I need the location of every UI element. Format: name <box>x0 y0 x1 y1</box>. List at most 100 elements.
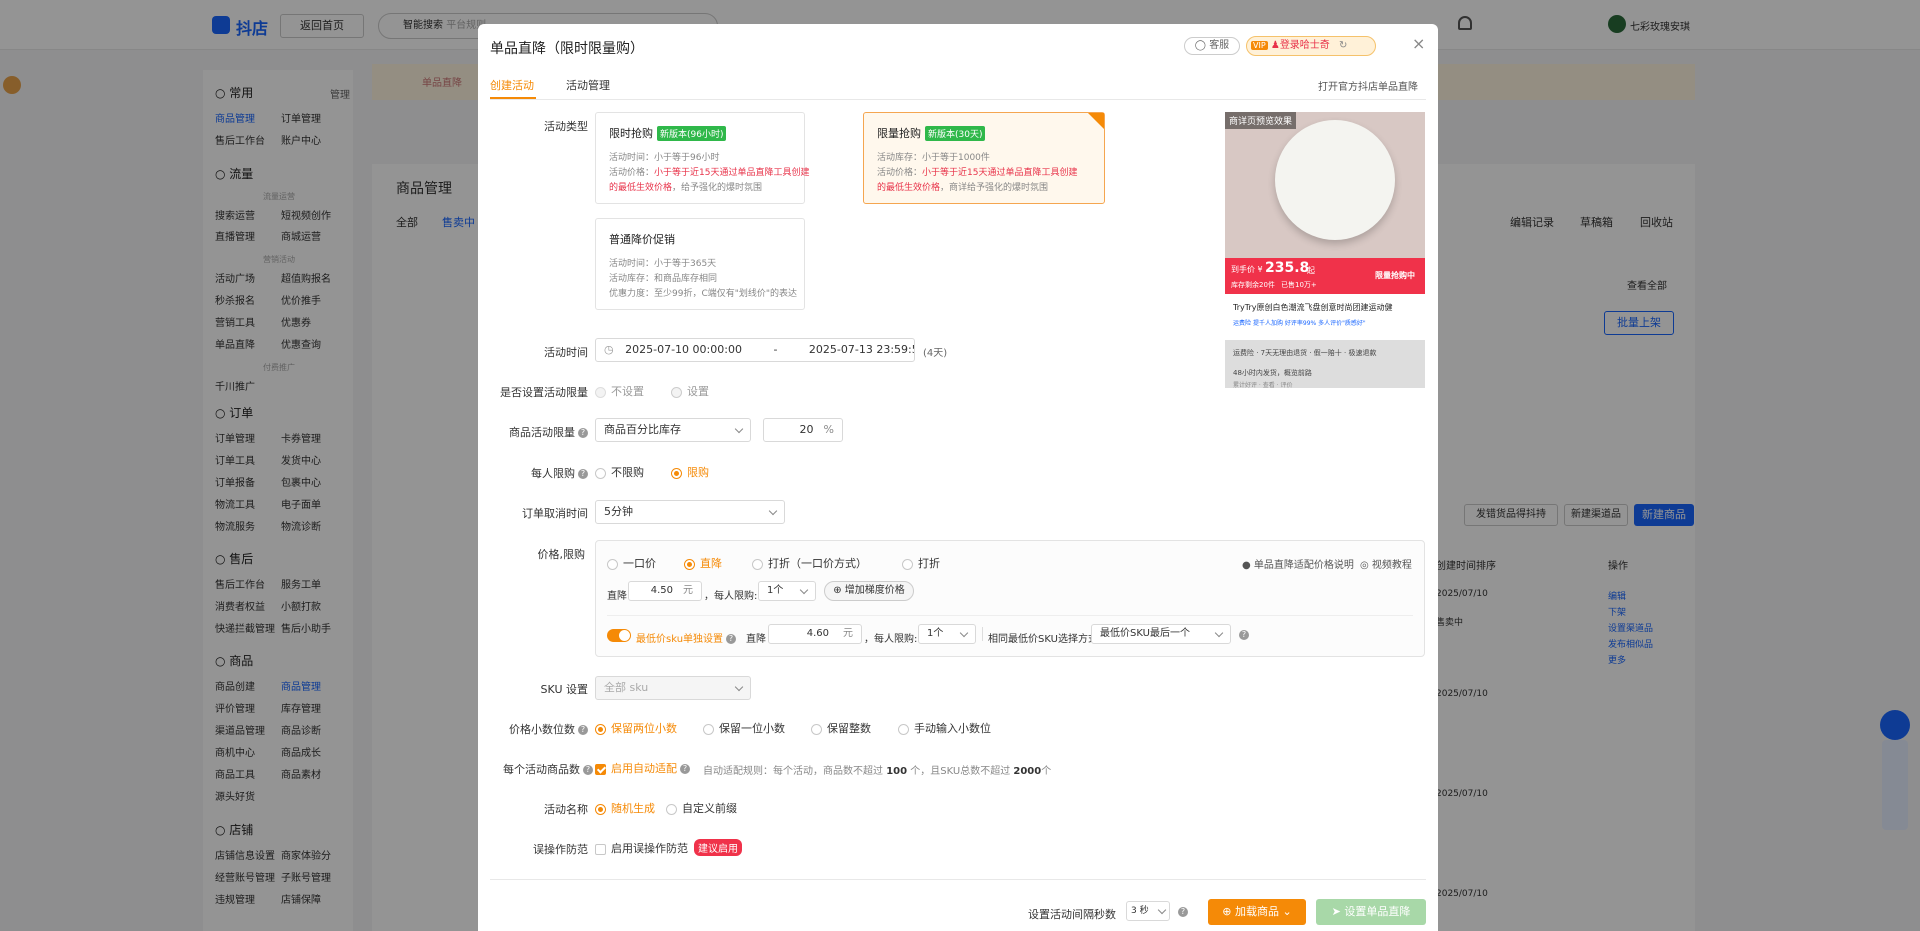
decimal-label: 价格小数位数? <box>478 721 588 737</box>
panel-divider <box>607 615 1413 616</box>
card-line: 活动库存：小于等于1000件 <box>877 153 990 163</box>
decimal-manual-radio[interactable]: 手动输入小数位 <box>898 720 991 736</box>
price-banner: 到手价 ¥ 235.8 起 库存剩余20件 已售10万+ 限量抢购中 <box>1225 258 1425 294</box>
chevron-down-icon <box>959 628 969 638</box>
qty-type-select[interactable]: 商品百分比库存 <box>595 418 751 442</box>
chevron-down-icon <box>768 506 778 516</box>
frisbee-image <box>1275 120 1395 240</box>
time-start: 2025-07-10 00:00:00 <box>625 343 742 356</box>
plus-circle-icon: ⊕ <box>1222 905 1232 918</box>
cancel-time-label: 订单取消时间 <box>522 507 588 520</box>
preview-tag: 提千人加购 <box>1252 320 1283 327</box>
load-products-button[interactable]: ⊕ 加载商品 ⌄ <box>1208 899 1306 925</box>
per-activity-label: 每个活动商品数? <box>478 761 593 777</box>
card-line: 活动库存：和商品库存相同 <box>609 274 718 284</box>
name-label: 活动名称 <box>544 803 588 816</box>
tab-manage[interactable]: 活动管理 <box>566 77 610 93</box>
time-label: 活动时间 <box>544 346 588 359</box>
type-card-timed[interactable]: 限时抢购 新版本(96小时) 活动时间：小于等于96小时 活动价格：小于等于近15… <box>595 112 809 204</box>
misop-label: 误操作防范 <box>533 843 588 856</box>
per-no-radio[interactable]: 不限购 <box>595 464 644 480</box>
card-line-red: 小于等于近15天通过单品直降工具创建 <box>922 168 1078 178</box>
sku-drop-input[interactable]: 4.60 元 <box>768 624 862 644</box>
drop-label: 直降 <box>607 591 627 602</box>
price-fixed-radio[interactable]: 一口价 <box>607 555 656 571</box>
per-buy-select[interactable]: 1个 <box>758 581 816 601</box>
chevron-down-icon <box>734 682 744 692</box>
limit-no-radio[interactable]: 不设置 <box>595 383 644 399</box>
card-title: 限量抢购 新版本(30天) <box>877 125 986 141</box>
footer-divider <box>490 879 1426 880</box>
auto-rule-text: 自动适配规则：每个活动，商品数不超过 100 个，且SKU总数不超过 2000个 <box>703 766 1052 777</box>
send-icon: ➤ <box>1331 905 1341 918</box>
decimal-int-radio[interactable]: 保留整数 <box>811 720 871 736</box>
refresh-icon[interactable]: ↻ <box>1339 40 1347 51</box>
help-icon[interactable]: ? <box>1236 628 1249 641</box>
type-card-normal[interactable]: 普通降价促销 活动时间：小于等于365天 活动库存：和商品库存相同 优惠力度：至… <box>595 218 805 310</box>
per-buy-label: ，每人限购: <box>704 591 758 602</box>
help-icon: ? <box>578 725 588 735</box>
open-official-link[interactable]: 打开官方抖店单品直降 <box>1318 78 1418 93</box>
price-help-link[interactable]: ● 单品直降适配价格说明 <box>1242 556 1354 571</box>
sku-drop-label: 直降 <box>746 634 766 645</box>
card-line: 活动时间：小于等于365天 <box>609 259 717 269</box>
vip-badge: VIP <box>1251 41 1268 50</box>
sku-per-select[interactable]: 1个 <box>918 624 976 644</box>
set-price-drop-button[interactable]: ➤ 设置单品直降 <box>1316 899 1426 925</box>
sku-toggle[interactable] <box>607 629 631 642</box>
product-title: TryTry原创白色潮流飞盘创意时尚团建运动健 <box>1233 303 1393 312</box>
user-badge[interactable]: VIP ♟登录哈士奇 ↻ <box>1246 36 1376 56</box>
help-icon[interactable]: ? <box>1175 905 1188 918</box>
type-label: 活动类型 <box>544 120 588 133</box>
time-range-picker[interactable]: ◷ 2025-07-10 00:00:00 - 2025-07-13 23:59… <box>595 338 915 362</box>
stock-left: 库存剩余20件 <box>1231 281 1275 289</box>
plus-icon: ⊕ <box>833 585 842 596</box>
qty-value-input[interactable]: 20% <box>763 418 843 442</box>
misop-checkbox[interactable]: 启用误操作防范 <box>595 840 688 856</box>
type-card-limited[interactable]: 限量抢购 新版本(30天) 活动库存：小于等于1000件 活动价格：小于等于近15… <box>863 112 1105 204</box>
interval-label: 设置活动间隔秒数 <box>1028 908 1116 921</box>
price-suffix: 起 <box>1307 266 1315 275</box>
close-icon[interactable]: × <box>1412 34 1425 53</box>
chevron-down-icon <box>1214 628 1224 638</box>
help-icon: ? <box>578 428 588 438</box>
sku-same-select[interactable]: 最低价SKU最后一个 <box>1091 624 1231 644</box>
per-yes-radio[interactable]: 限购 <box>671 464 709 480</box>
add-tier-button[interactable]: ⊕ 增加梯度价格 <box>824 581 914 601</box>
card-line: 优惠力度：至少99折，C端仅有"划线价"的表达 <box>609 289 798 299</box>
sku-toggle-label: 最低价sku单独设置? <box>636 630 737 645</box>
limit-yes-radio[interactable]: 设置 <box>671 383 709 399</box>
unit-label: 元 <box>683 585 693 596</box>
preview-row: 累计好评 · 查看 · 评价 <box>1233 382 1293 388</box>
chevron-down-icon <box>799 585 809 595</box>
decimal-two-radio[interactable]: 保留两位小数 <box>595 720 677 736</box>
preview-badge: 商详页预览效果 <box>1225 112 1297 129</box>
price-discount-radio[interactable]: 打折 <box>902 555 940 571</box>
drop-value-input[interactable]: 4.50 元 <box>628 581 702 601</box>
user-name: 登录哈士奇 <box>1279 40 1330 51</box>
cancel-time-select[interactable]: 5分钟 <box>595 500 785 524</box>
customer-service-button[interactable]: ◯ 客服 <box>1184 37 1240 55</box>
per-limit-label: 每人限购? <box>478 465 588 481</box>
preview-tag: 多人评价"质感好" <box>1318 320 1366 327</box>
chevron-down-icon: ⌄ <box>1282 905 1292 918</box>
price-drop-radio[interactable]: 直降 <box>684 555 722 571</box>
decimal-one-radio[interactable]: 保留一位小数 <box>703 720 785 736</box>
sku-per-label: ，每人限购: <box>864 634 918 645</box>
single-price-drop-modal: 单品直降（限时限量购） ◯ 客服 VIP ♟登录哈士奇 ↻ × 创建活动 活动管… <box>478 24 1438 931</box>
divider-v <box>982 627 983 641</box>
price-discount-fixed-radio[interactable]: 打折（一口价方式） <box>752 555 867 571</box>
qty-label: 商品活动限量? <box>478 424 588 440</box>
auto-adapt-checkbox[interactable]: 启用自动适配? <box>595 760 690 776</box>
sku-select[interactable]: 全部 sku <box>595 676 751 700</box>
video-tutorial-link[interactable]: ◎ 视频教程 <box>1360 556 1412 571</box>
preview-row: 运费险 · 7天无理由退货 · 假一赔十 · 极速退款 <box>1233 349 1377 357</box>
price-panel: 一口价 直降 打折（一口价方式） 打折 ● 单品直降适配价格说明 ◎ 视频教程 … <box>595 540 1425 657</box>
sku-label: SKU 设置 <box>540 683 588 696</box>
chevron-down-icon <box>1157 905 1167 915</box>
interval-select[interactable]: 3 秒 <box>1126 901 1170 921</box>
name-random-radio[interactable]: 随机生成 <box>595 800 655 816</box>
time-days: (4天) <box>923 348 948 359</box>
tab-create[interactable]: 创建活动 <box>490 77 534 93</box>
name-custom-radio[interactable]: 自定义前缀 <box>666 800 737 816</box>
